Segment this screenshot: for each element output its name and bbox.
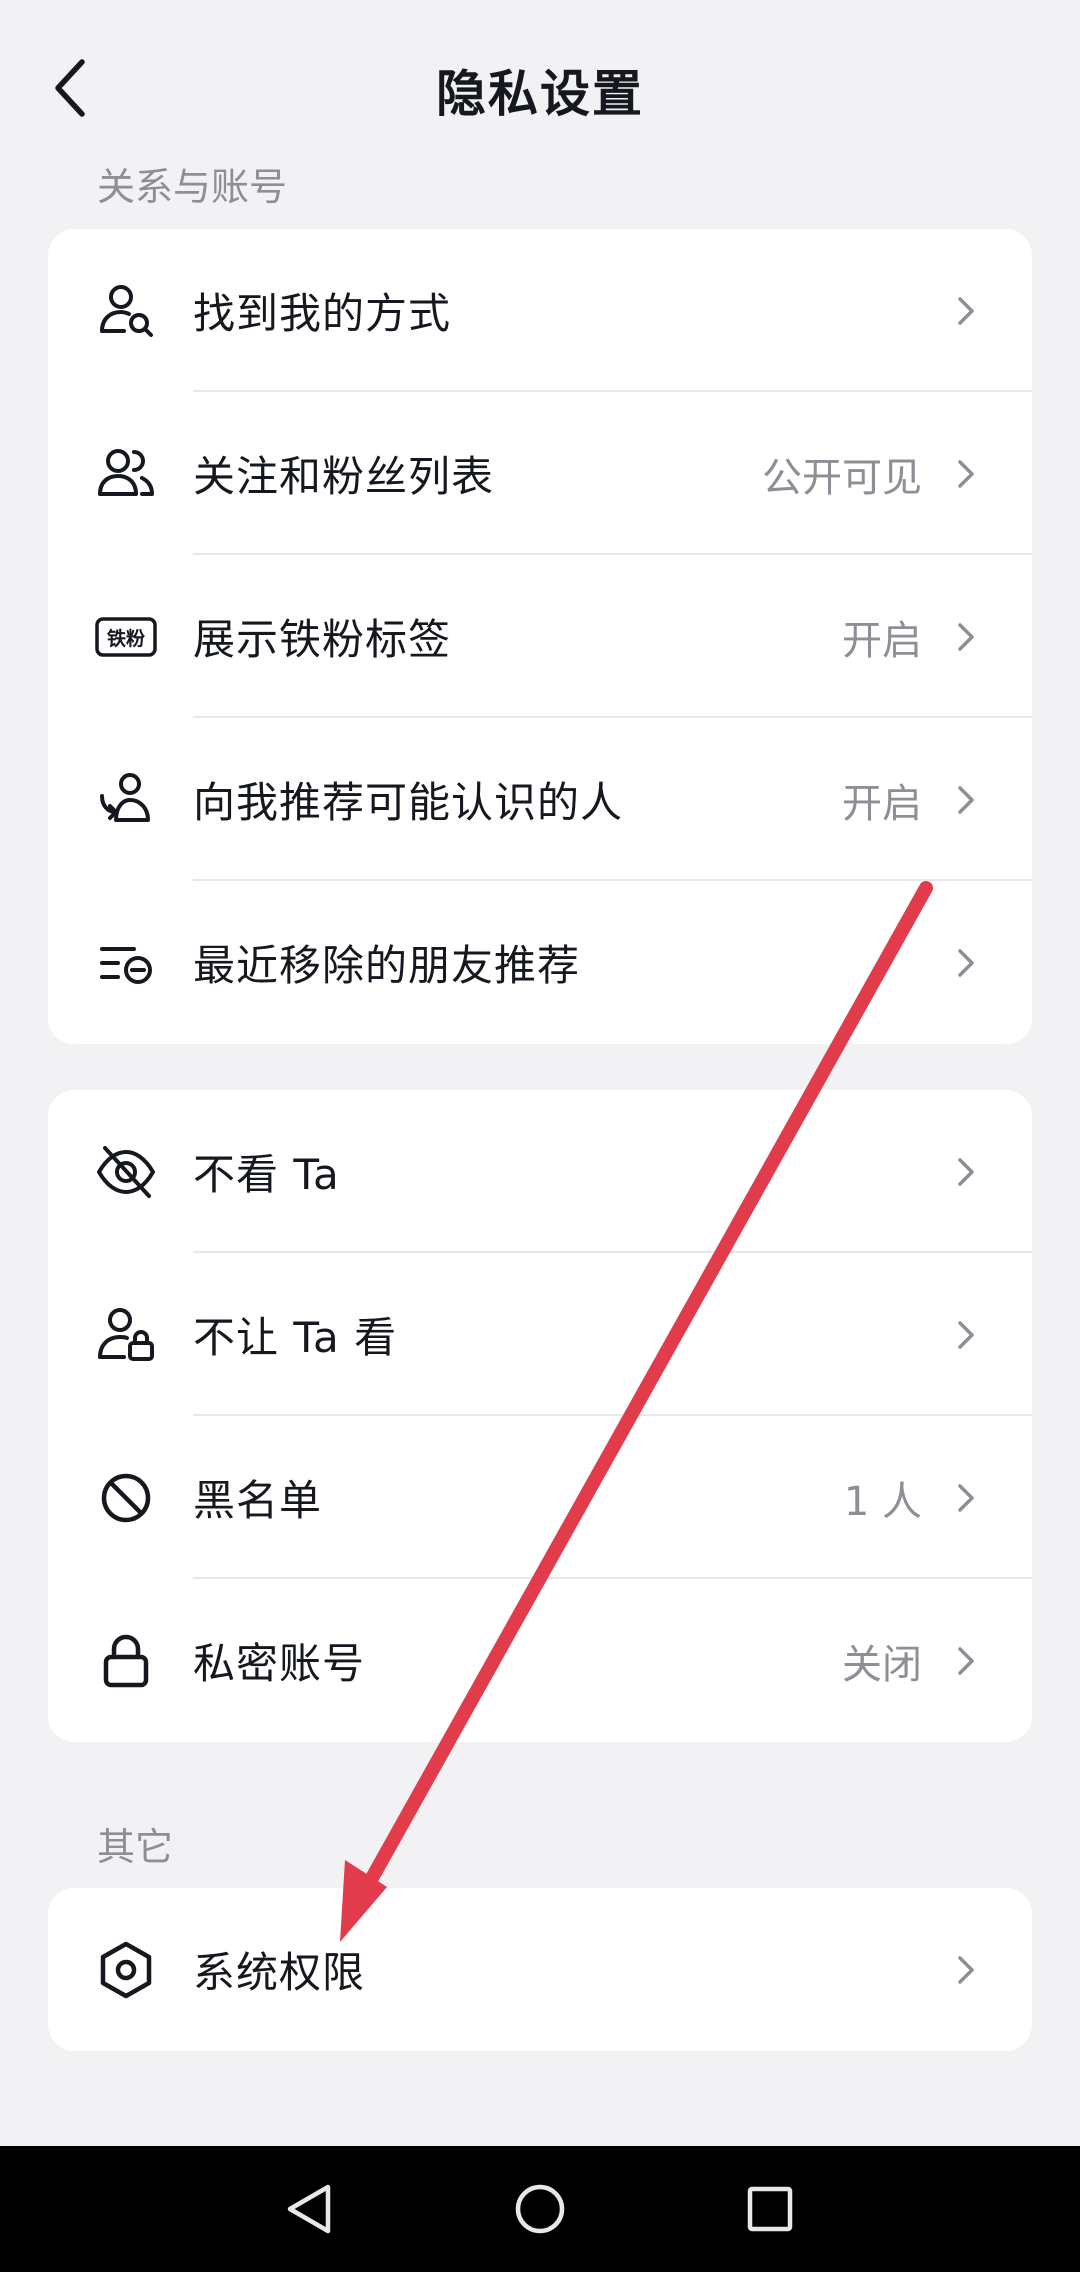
relations-card: 找到我的方式 关注和粉丝列表 公开可见 铁粉 展示铁粉标签 开启 向我推荐可能认… xyxy=(48,229,1032,1044)
row-label: 私密账号 xyxy=(193,1639,366,1688)
section-label-relations: 关系与账号 xyxy=(97,165,288,209)
row-find-me[interactable]: 找到我的方式 xyxy=(48,229,1032,392)
fan-badge-icon: 铁粉 xyxy=(94,605,158,669)
top-bar: 隐私设置 xyxy=(0,0,1080,170)
row-label: 关注和粉丝列表 xyxy=(193,452,495,501)
block-icon xyxy=(94,1466,158,1530)
chevron-right-icon xyxy=(958,1483,974,1512)
chevron-right-icon xyxy=(958,459,974,488)
row-recommend-people[interactable]: 向我推荐可能认识的人 开启 xyxy=(48,718,1032,881)
row-removed-recommendations[interactable]: 最近移除的朋友推荐 xyxy=(48,881,1032,1044)
row-label: 向我推荐可能认识的人 xyxy=(193,778,624,827)
row-value: 关闭 xyxy=(842,1641,922,1688)
row-label: 最近移除的朋友推荐 xyxy=(193,941,581,990)
page-title: 隐私设置 xyxy=(436,65,644,123)
chevron-right-icon xyxy=(958,1157,974,1186)
row-value: 开启 xyxy=(842,780,922,827)
row-value: 开启 xyxy=(842,617,922,664)
lock-icon xyxy=(94,1629,158,1693)
chevron-right-icon xyxy=(958,948,974,977)
row-label: 展示铁粉标签 xyxy=(193,615,452,664)
square-recents-icon xyxy=(747,2186,793,2232)
hexagon-settings-icon xyxy=(94,1938,158,2002)
blocking-card: 不看 Ta 不让 Ta 看 黑名单 1 人 私密账号 关闭 xyxy=(48,1090,1032,1742)
row-value: 公开可见 xyxy=(762,454,922,501)
chevron-right-icon xyxy=(958,1320,974,1349)
chevron-right-icon xyxy=(958,1646,974,1675)
row-hide-my-posts[interactable]: 不让 Ta 看 xyxy=(48,1253,1032,1416)
chevron-right-icon xyxy=(958,296,974,325)
row-value: 1 人 xyxy=(843,1478,922,1525)
chevron-right-icon xyxy=(958,785,974,814)
recommend-person-icon xyxy=(94,768,158,832)
other-card: 系统权限 xyxy=(48,1888,1032,2051)
person-lock-icon xyxy=(94,1303,158,1367)
section-label-other: 其它 xyxy=(97,1825,174,1869)
row-private-account[interactable]: 私密账号 关闭 xyxy=(48,1579,1032,1742)
chevron-right-icon xyxy=(958,622,974,651)
row-label: 黑名单 xyxy=(193,1476,323,1525)
row-follow-fans-list[interactable]: 关注和粉丝列表 公开可见 xyxy=(48,392,1032,555)
row-label: 不看 Ta xyxy=(193,1150,340,1199)
row-label: 不让 Ta 看 xyxy=(193,1313,398,1362)
nav-recents-button[interactable] xyxy=(710,2146,830,2272)
row-hide-their-posts[interactable]: 不看 Ta xyxy=(48,1090,1032,1253)
eye-off-icon xyxy=(94,1140,158,1204)
people-icon xyxy=(94,442,158,506)
person-search-icon xyxy=(94,279,158,343)
chevron-right-icon xyxy=(958,1955,974,1984)
triangle-back-icon xyxy=(287,2184,331,2234)
system-nav-bar xyxy=(0,2146,1080,2272)
row-fan-badge[interactable]: 铁粉 展示铁粉标签 开启 xyxy=(48,555,1032,718)
row-system-permissions[interactable]: 系统权限 xyxy=(48,1888,1032,2051)
row-label: 找到我的方式 xyxy=(193,289,452,338)
circle-home-icon xyxy=(515,2184,565,2234)
list-remove-icon xyxy=(94,931,158,995)
row-label: 系统权限 xyxy=(193,1948,366,1997)
fan-badge-text: 铁粉 xyxy=(107,627,145,650)
nav-back-button[interactable] xyxy=(250,2146,370,2272)
row-blacklist[interactable]: 黑名单 1 人 xyxy=(48,1416,1032,1579)
nav-home-button[interactable] xyxy=(480,2146,600,2272)
